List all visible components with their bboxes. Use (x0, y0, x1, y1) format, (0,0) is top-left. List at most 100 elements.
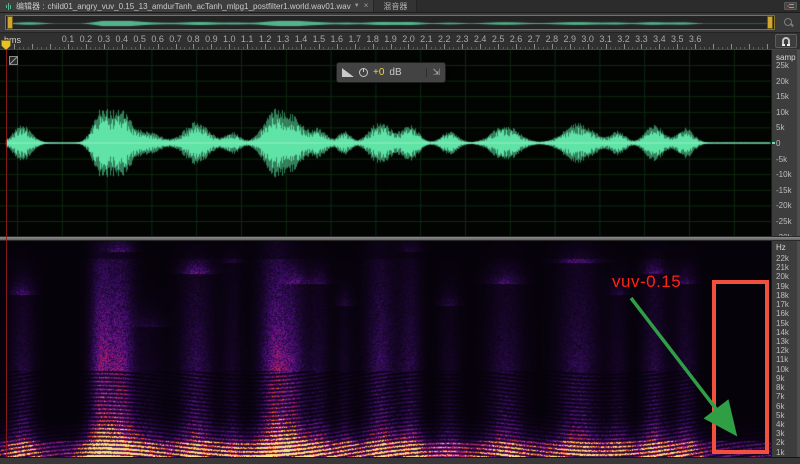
amplitude-axis-label: 0 (776, 139, 781, 148)
frequency-axis-label: 2k (776, 438, 785, 448)
fader-icon[interactable] (342, 68, 354, 77)
amplitude-axis-label: 10k (776, 107, 789, 117)
ruler-tick (292, 47, 293, 49)
tab-mixer[interactable]: 混音器 (374, 0, 418, 12)
ruler-tick (99, 47, 101, 49)
ruler-tick (180, 47, 181, 49)
ruler-tick (717, 47, 719, 49)
annotation-highlight-box (712, 280, 769, 454)
frequency-axis-label: 7k (776, 392, 785, 402)
gain-knob-icon[interactable] (359, 68, 368, 77)
timeline-ruler[interactable]: hms 0.1 0.2 0.3 0.4 0.5 0.6 0.7 0.8 0.9 1.0 1.1 1.2… (0, 33, 800, 50)
panel-menu-icon[interactable] (784, 2, 797, 10)
navigator-left-handle[interactable] (7, 16, 13, 29)
ruler-tick-label: 1.1 (240, 34, 254, 44)
ruler-tick (202, 47, 204, 49)
snap-toggle[interactable] (775, 34, 797, 48)
amplitude-axis-label: -15k (776, 185, 792, 195)
ruler-tick (484, 47, 486, 49)
ruler-tick (269, 47, 271, 49)
ruler-tick (220, 47, 222, 49)
ruler-tick (699, 47, 701, 49)
amplitude-axis-label: 25k (776, 61, 789, 70)
ruler-tick (50, 44, 52, 49)
ruler-tick (171, 47, 173, 49)
ruler-tick-label: 2.6 (509, 34, 523, 44)
ruler-tick (224, 47, 226, 49)
ruler-tick (94, 47, 96, 49)
ruler-tick (287, 47, 289, 49)
ruler-tick (81, 47, 83, 49)
ruler-tick (430, 47, 432, 49)
ruler-tick (587, 44, 589, 49)
close-icon[interactable]: × (364, 2, 369, 10)
ruler-tick (757, 47, 759, 49)
frequency-axis-label: 13k (776, 336, 789, 346)
ruler-tick (663, 47, 665, 49)
ruler-tick (654, 47, 656, 49)
frequency-axis-label: 10k (776, 364, 789, 374)
chevron-down-icon[interactable]: ▼ (354, 3, 360, 9)
ruler-tick (726, 47, 728, 49)
ruler-tick (672, 47, 674, 49)
frequency-axis-label: 14k (776, 327, 789, 337)
waveform-panel: +0 dB ⇲ samp 25k 20k 15k 10k 5k 0 -5k -10k -15k -… (0, 50, 800, 242)
ruler-tick-label: 2.9 (563, 34, 577, 44)
ruler-tick (404, 47, 405, 49)
ruler-tick (453, 47, 455, 49)
ruler-tick (444, 44, 446, 49)
ruler-tick (601, 47, 603, 49)
frequency-axis-label: 16k (776, 309, 789, 319)
ruler-tick (368, 47, 370, 49)
ruler-tick (623, 44, 625, 49)
ruler-tick (323, 47, 325, 49)
ruler-tick (502, 47, 504, 49)
ruler-tick (489, 47, 491, 49)
ruler-tick (359, 47, 361, 49)
hud-expand-icon[interactable]: ⇲ (426, 68, 440, 77)
playhead-line[interactable] (6, 50, 7, 457)
ruler-tick (686, 47, 688, 49)
ruler-tick-label: 2.3 (455, 34, 469, 44)
gain-unit: dB (389, 67, 402, 78)
ruler-tick (247, 44, 249, 49)
ruler-tick-label: 1.9 (384, 34, 397, 44)
ruler-tick (350, 47, 352, 49)
frequency-axis-unit: Hz (776, 243, 786, 252)
ruler-tick (650, 47, 652, 49)
ruler-tick (162, 47, 164, 49)
navigator-right-handle[interactable] (767, 16, 773, 29)
navigator-track[interactable] (5, 15, 775, 30)
ruler-tick-label: 0.8 (187, 34, 200, 44)
ruler-tick (148, 47, 150, 49)
ruler-tick-label: 1.2 (258, 34, 272, 44)
ruler-tick (14, 44, 16, 49)
ruler-tick-label: 3.4 (653, 34, 666, 44)
ruler-tick-label: 1.6 (330, 34, 344, 44)
ruler-tick (121, 44, 123, 49)
gain-value[interactable]: +0 (373, 67, 384, 78)
ruler-tick (542, 47, 544, 49)
ruler-tick (681, 47, 683, 49)
channel-toggle-icon[interactable] (9, 56, 18, 65)
frequency-axis[interactable]: Hz 22k 21k 20k 19k 18k 17k 16k 15k 14k 13k 12k 11k 1… (771, 241, 800, 457)
ruler-tick (206, 47, 208, 49)
ruler-tick (242, 47, 244, 49)
tab-editor[interactable]: 编辑器 : child01_angry_vuv_0.15_13_amdurTan… (0, 0, 375, 12)
frequency-axis-label: 21k (776, 263, 789, 273)
amplitude-axis-label: -20k (776, 201, 792, 211)
ruler-tick (341, 47, 343, 49)
zoom-tool-icon[interactable] (783, 17, 794, 28)
ruler-tick (583, 47, 585, 49)
ruler-tick (466, 47, 468, 49)
frequency-axis-label: 20k (776, 272, 789, 282)
ruler-tick-label: 0.1 (61, 34, 75, 44)
playhead-marker[interactable] (1, 40, 11, 50)
ruler-tick (565, 47, 567, 49)
ruler-tick (305, 47, 307, 49)
amplitude-axis[interactable]: samp 25k20k15k10k5k0-5k-10k-15k-20k-25k-… (771, 50, 800, 242)
ruler-tick (417, 47, 419, 49)
ruler-tick (614, 47, 616, 49)
ruler-tick (560, 47, 562, 49)
ruler-tick (641, 44, 643, 49)
